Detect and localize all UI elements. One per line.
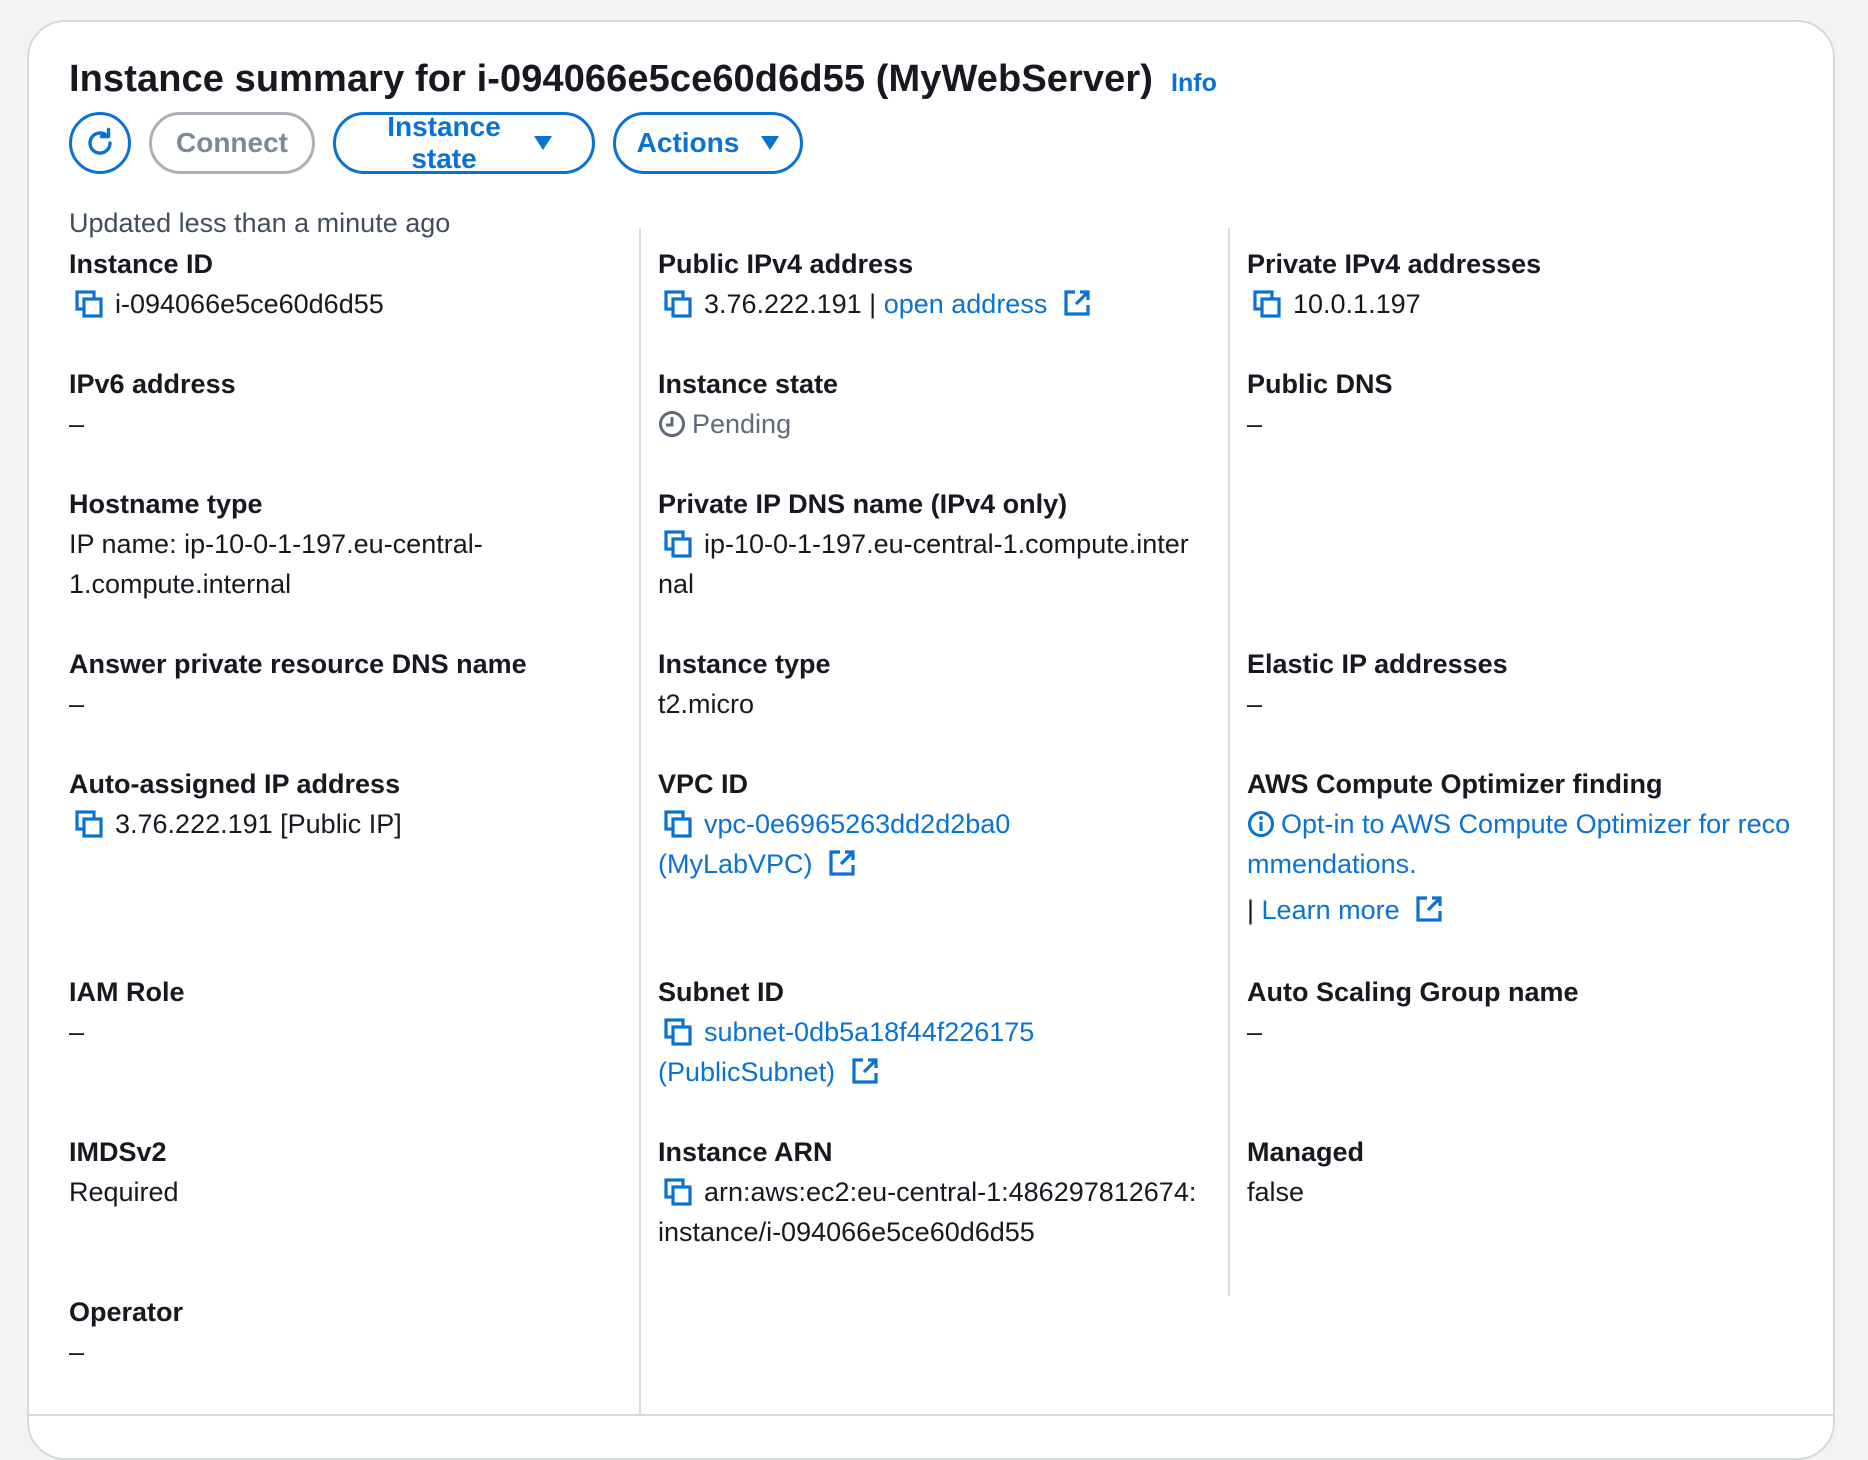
field-vpc-id: VPC ID vpc-0e6965263dd2d2ba0 (MyLabVPC) [658,764,1078,884]
field-elastic-ip: Elastic IP addresses – [1247,644,1807,724]
field-label: Private IPv4 addresses [1247,249,1542,279]
field-label: IPv6 address [69,369,236,399]
copy-icon[interactable] [75,290,103,318]
field-operator: Operator – [69,1292,629,1372]
copy-icon[interactable] [664,1018,692,1046]
imdsv2-value: Required [69,1177,179,1207]
field-instance-state: Instance state Pending [658,364,1218,444]
field-label: Instance ARN [658,1137,833,1167]
field-hostname-type: Hostname type IP name: ip-10-0-1-197.eu-… [69,484,529,604]
field-instance-arn: Instance ARN arn:aws:ec2:eu-central-1:48… [658,1132,1198,1252]
field-iam-role: IAM Role – [69,972,629,1052]
private-dns-value: ip-10-0-1-197.eu-central-1.compute.inter… [658,529,1189,599]
instance-state-dropdown[interactable]: Instance state [333,111,595,174]
actions-dropdown[interactable]: Actions [613,112,803,174]
external-link-icon[interactable] [1415,895,1443,923]
hostname-type-value: IP name: ip-10-0-1-197.eu-central-1.comp… [69,529,483,599]
copy-icon[interactable] [1253,290,1281,318]
learn-more-link[interactable]: Learn more [1262,895,1400,925]
field-subnet-id: Subnet ID subnet-0db5a18f44f226175 (Publ… [658,972,1098,1092]
optimizer-opt-in-link[interactable]: Opt-in to AWS Compute Optimizer for reco… [1247,809,1790,879]
field-ipv6-address: IPv6 address – [69,364,629,444]
asg-name-value: – [1247,1017,1263,1047]
field-label: Instance state [658,369,839,399]
field-public-dns: Public DNS – [1247,364,1807,444]
refresh-button[interactable] [69,112,131,174]
external-link-icon[interactable] [851,1057,879,1085]
field-label: Elastic IP addresses [1247,649,1508,679]
instance-id-value: i-094066e5ce60d6d55 [115,289,384,319]
field-managed: Managed false [1247,1132,1807,1212]
answer-dns-value: – [69,689,85,719]
field-private-dns: Private IP DNS name (IPv4 only) ip-10-0-… [658,484,1198,604]
info-link[interactable]: Info [1171,69,1217,98]
page-title: Instance summary for i-094066e5ce60d6d55… [69,58,1154,100]
field-compute-optimizer: AWS Compute Optimizer finding Opt-in to … [1247,764,1792,930]
instance-summary-panel: Instance summary for i-094066e5ce60d6d55… [27,20,1835,1460]
copy-icon[interactable] [75,810,103,838]
instance-type-value: t2.micro [658,689,755,719]
private-ipv4-value: 10.0.1.197 [1293,289,1421,319]
subnet-id-link[interactable]: subnet-0db5a18f44f226175 (PublicSubnet) [658,1017,1034,1087]
field-label: Operator [69,1297,184,1327]
ipv6-value: – [69,409,85,439]
refresh-icon [88,127,112,155]
field-answer-private-dns: Answer private resource DNS name – [69,644,629,724]
copy-icon[interactable] [664,1178,692,1206]
field-label: Subnet ID [658,977,784,1007]
field-instance-type: Instance type t2.micro [658,644,1218,724]
field-imdsv2: IMDSv2 Required [69,1132,629,1212]
column-divider [639,228,641,1416]
instance-state-value: Pending [692,409,792,439]
clock-icon [659,411,685,437]
public-ipv4-value: 3.76.222.191 [704,289,862,319]
field-label: IAM Role [69,977,185,1007]
operator-value: – [69,1337,85,1367]
field-label: Auto-assigned IP address [69,769,401,799]
managed-value: false [1247,1177,1305,1207]
field-label: Instance type [658,649,831,679]
caret-down-icon [534,136,552,150]
actions-label: Actions [636,127,740,158]
field-label: Public IPv4 address [658,249,914,279]
column-divider [1228,228,1230,1296]
public-dns-value: – [1247,409,1263,439]
connect-button[interactable]: Connect [149,112,315,174]
instance-state-label: Instance state [387,111,501,174]
info-circle-icon [1248,811,1274,837]
instance-arn-value: arn:aws:ec2:eu-central-1:486297812674:in… [658,1177,1197,1247]
copy-icon[interactable] [664,290,692,318]
field-label: Instance ID [69,249,214,279]
auto-ip-value: 3.76.222.191 [Public IP] [115,809,402,839]
external-link-icon[interactable] [1063,289,1091,317]
field-label: Public DNS [1247,369,1393,399]
copy-icon[interactable] [664,530,692,558]
field-label: Auto Scaling Group name [1247,977,1579,1007]
field-auto-assigned-ip: Auto-assigned IP address 3.76.222.191 [P… [69,764,629,844]
field-public-ipv4: Public IPv4 address 3.76.222.191 | open … [658,244,1218,324]
field-label: Answer private resource DNS name [69,649,527,679]
updated-text: Updated less than a minute ago [69,208,451,238]
field-label: Managed [1247,1137,1365,1167]
separator: | [1247,895,1255,925]
caret-down-icon [761,136,780,150]
field-instance-id: Instance ID i-094066e5ce60d6d55 [69,244,629,324]
field-asg-name: Auto Scaling Group name – [1247,972,1807,1052]
field-label: Hostname type [69,489,263,519]
toolbar: Connect Instance state Actions [69,111,803,174]
elastic-ip-value: – [1247,689,1263,719]
field-label: Private IP DNS name (IPv4 only) [658,489,1068,519]
header: Instance summary for i-094066e5ce60d6d55… [69,58,1217,101]
field-label: VPC ID [658,769,749,799]
open-address-link[interactable]: open address [884,289,1048,319]
field-label: IMDSv2 [69,1137,167,1167]
separator: | [869,289,877,319]
field-private-ipv4: Private IPv4 addresses 10.0.1.197 [1247,244,1807,324]
iam-role-value: – [69,1017,85,1047]
copy-icon[interactable] [664,810,692,838]
external-link-icon[interactable] [828,849,856,877]
footer-divider [29,1414,1833,1416]
field-label: AWS Compute Optimizer finding [1247,769,1663,799]
